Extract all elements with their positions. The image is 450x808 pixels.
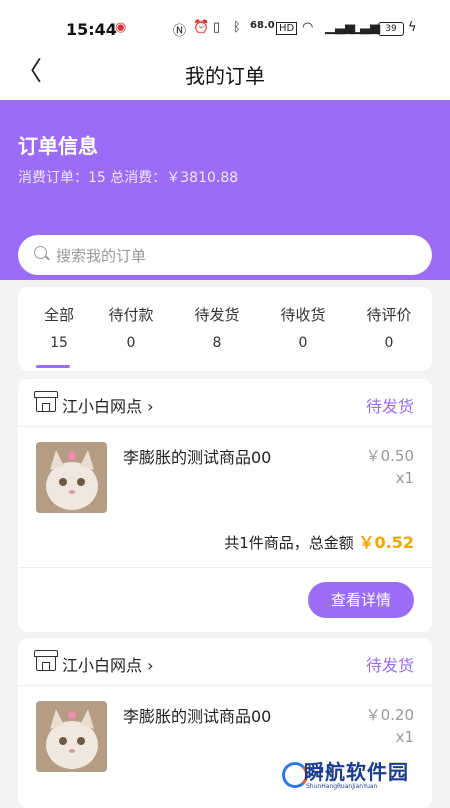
app-notification-icon: ◉ <box>115 20 127 35</box>
tab-count: 0 <box>298 335 308 351</box>
view-details-button[interactable]: 查看详情 <box>308 582 414 618</box>
shop-name: 江小白网点 <box>62 397 143 416</box>
divider <box>18 685 432 686</box>
shop-icon <box>34 650 58 671</box>
search-icon <box>34 246 47 259</box>
tab-label: 全部 <box>43 306 74 324</box>
tab-label: 待付款 <box>108 306 154 324</box>
summary-text: 共1件商品，总金额 <box>224 534 354 552</box>
search-bar[interactable] <box>18 235 432 275</box>
watermark-logo: 瞬航软件园 ShunHangRuanJianYuan <box>282 752 432 796</box>
bluetooth-icon: ᛒ <box>233 20 241 35</box>
tab-label: 待收货 <box>280 306 326 324</box>
order-summary: 共1件商品，总金额 ￥0.52 <box>224 529 414 553</box>
order-status-tabs: 全部 15 待付款 0 待发货 8 待收货 0 待评价 0 <box>18 287 432 371</box>
product-quantity: x1 <box>395 728 414 746</box>
divider <box>18 426 432 427</box>
tab-label: 待评价 <box>366 306 412 324</box>
status-time: 15:44 <box>66 20 117 39</box>
tab-pending-shipment[interactable]: 待发货 8 <box>176 287 258 371</box>
summary-stats: 消费订单：15 总消费：￥3810.88 <box>18 170 239 186</box>
tab-pending-review[interactable]: 待评价 0 <box>348 287 430 371</box>
order-total: ￥0.52 <box>358 533 414 552</box>
net-speed: 68.0 <box>250 20 275 31</box>
chevron-right-icon: › <box>142 397 154 416</box>
tab-count: 15 <box>50 335 68 351</box>
alarm-icon: ⏰ <box>193 20 210 35</box>
active-tab-indicator <box>36 365 70 368</box>
chevron-right-icon: › <box>142 656 154 675</box>
tab-count: 0 <box>384 335 394 351</box>
shop-link[interactable]: 江小白网点 › <box>62 652 154 676</box>
divider <box>18 567 432 568</box>
tab-label: 待发货 <box>194 306 240 324</box>
tab-all[interactable]: 全部 15 <box>18 287 100 371</box>
tab-count: 8 <box>212 335 222 351</box>
battery-icon: 39 <box>378 22 404 36</box>
search-input[interactable] <box>54 243 418 269</box>
nav-bar: 〈 我的订单 <box>0 46 450 100</box>
order-status: 待发货 <box>365 656 414 675</box>
hd-icon: HD <box>276 22 298 35</box>
product-price: ￥0.50 <box>365 447 414 465</box>
tab-count: 0 <box>126 335 136 351</box>
charging-icon: ϟ <box>408 20 417 35</box>
watermark-text: 瞬航软件园 <box>304 760 409 784</box>
summary-title: 订单信息 <box>18 134 98 158</box>
cat-thumbnail-icon <box>36 442 107 513</box>
tab-pending-payment[interactable]: 待付款 0 <box>90 287 172 371</box>
wifi-icon: ◠ <box>302 20 314 35</box>
shop-icon <box>34 391 58 412</box>
order-card[interactable]: 江小白网点 › 待发货 李膨胀的测试商品00 ￥0.50 x1 共1件商品，总金… <box>18 379 432 632</box>
page-title: 我的订单 <box>185 64 265 88</box>
product-price: ￥0.20 <box>365 706 414 724</box>
vibrate-icon: ▯ <box>213 20 221 35</box>
product-image[interactable] <box>36 442 107 513</box>
watermark-subtext: ShunHangRuanJianYuan <box>306 783 378 790</box>
order-status: 待发货 <box>365 397 414 416</box>
shop-name: 江小白网点 <box>62 656 143 675</box>
product-image[interactable] <box>36 701 107 772</box>
signal-icon-2: ▁▃▅ <box>350 20 380 35</box>
nfc-icon: Ⓝ <box>173 24 187 39</box>
cat-thumbnail-icon <box>36 701 107 772</box>
tab-pending-receipt[interactable]: 待收货 0 <box>262 287 344 371</box>
product-quantity: x1 <box>395 469 414 487</box>
product-name[interactable]: 李膨胀的测试商品00 <box>123 703 271 727</box>
product-name[interactable]: 李膨胀的测试商品00 <box>123 444 271 468</box>
shop-link[interactable]: 江小白网点 › <box>62 393 154 417</box>
